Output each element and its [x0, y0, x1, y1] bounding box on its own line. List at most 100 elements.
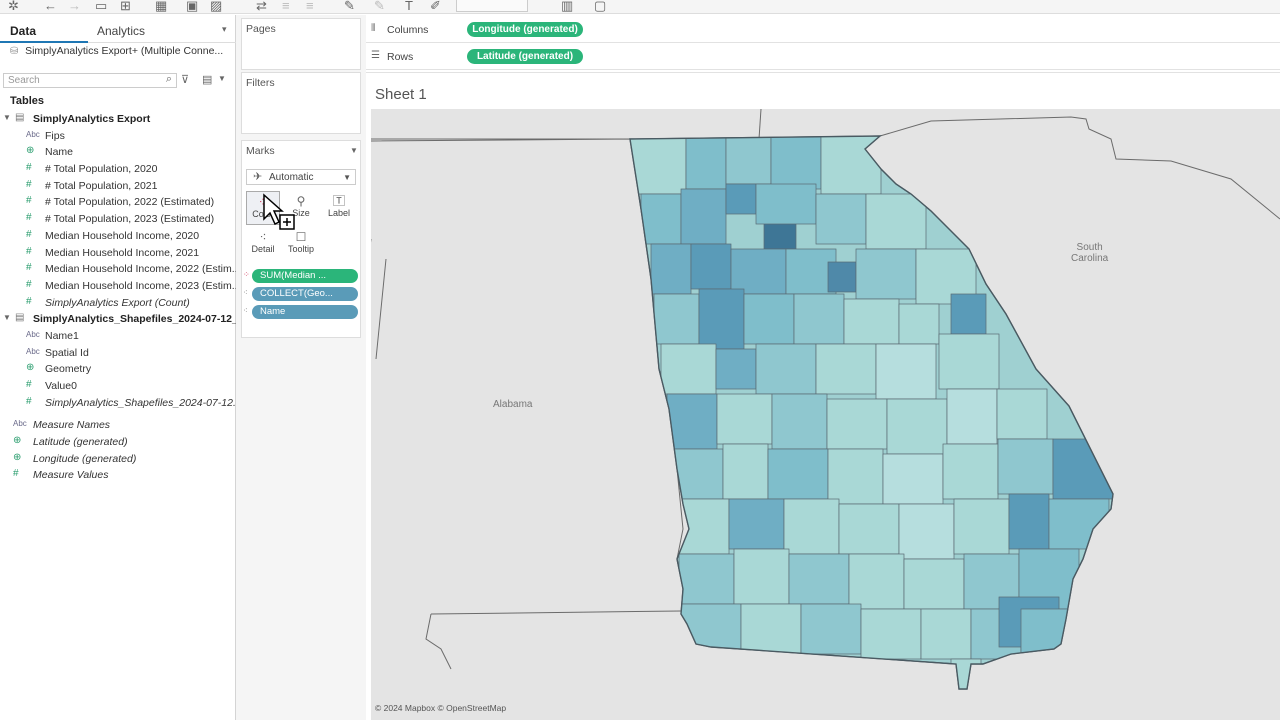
field-name: Name [45, 146, 74, 159]
field-item[interactable]: Abc Name1 [0, 328, 236, 345]
field-item[interactable]: # SimplyAnalytics_Shapefiles_2024-07-12..… [0, 395, 236, 412]
field-item[interactable]: # Median Household Income, 2023 (Estim... [0, 278, 236, 295]
sort-icon[interactable]: ≡ [282, 0, 290, 13]
view-options-icon[interactable]: ▤ [202, 73, 212, 86]
columns-icon: ⦀ [371, 23, 376, 34]
forward-icon[interactable]: → [68, 0, 81, 13]
measure-type-icon: # [26, 262, 32, 274]
color-encoding-icon: ⁘ [243, 270, 250, 279]
toolbar: ✲ ← → ▭ ⊞ ▦ ▣ ▨ ⇄ ≡ ≡ ✎ ✎ T ✐ ▥ ▢ [0, 0, 1280, 14]
field-item[interactable]: # # Total Population, 2020 [0, 161, 236, 178]
field-name: SimplyAnalytics_Shapefiles_2024-07-12... [45, 396, 236, 409]
filters-card[interactable]: Filters [241, 72, 361, 134]
chevron-down-icon[interactable]: ▼ [218, 74, 226, 83]
map-label-south-carolina: South Carolina [1071, 242, 1109, 264]
sheet-title[interactable]: Sheet 1 [375, 86, 427, 103]
field-item[interactable]: # # Total Population, 2022 (Estimated) [0, 194, 236, 211]
presentation-icon[interactable]: ▢ [594, 0, 606, 13]
swap-icon[interactable]: ⇄ [256, 0, 267, 13]
datasource-label: SimplyAnalytics Export+ (Multiple Conne.… [25, 45, 224, 57]
measure-type-icon: # [26, 162, 32, 174]
pages-card[interactable]: Pages [241, 18, 361, 70]
field-item[interactable]: # Measure Values [0, 467, 236, 484]
tableau-logo-icon[interactable]: ✲ [8, 0, 19, 13]
datasource-icon: ⛁ [10, 46, 19, 57]
label-button[interactable]: 🅃 Label [322, 191, 356, 225]
marks-title: Marks [246, 145, 275, 157]
filters-title: Filters [246, 77, 275, 89]
color-pill[interactable]: SUM(Median ... [252, 269, 358, 283]
new-datasource-icon[interactable]: ⊞ [120, 0, 131, 13]
sort-desc-icon[interactable]: ≡ [306, 0, 314, 13]
map-view[interactable]: South Carolina Alabama © 2024 Mapbox © O… [371, 109, 1280, 720]
field-item[interactable]: # SimplyAnalytics Export (Count) [0, 295, 236, 312]
label-label: Label [327, 208, 351, 218]
globe-icon: ⊕ [26, 362, 35, 374]
back-icon[interactable]: ← [44, 0, 57, 13]
field-item[interactable]: Abc Measure Names [0, 417, 236, 434]
datasource-header[interactable]: ▼ ▤ SimplyAnalytics_Shapefiles_2024-07-1… [0, 311, 236, 328]
latitude-pill[interactable]: Latitude (generated) [467, 49, 583, 64]
field-name: Fips [45, 129, 65, 142]
field-name: # Total Population, 2021 [45, 179, 158, 192]
search-input[interactable]: Search ⌕ [3, 73, 177, 88]
columns-shelf[interactable]: ⦀ Columns Longitude (generated) [366, 17, 1280, 43]
map-canvas[interactable] [371, 109, 1280, 720]
datasource-selector[interactable]: ⛁ SimplyAnalytics Export+ (Multiple Conn… [10, 45, 230, 61]
field-item[interactable]: # # Total Population, 2021 [0, 178, 236, 195]
search-icon[interactable]: ⌕ [166, 73, 172, 86]
rows-label: Rows [387, 51, 414, 63]
field-item[interactable]: Abc Spatial Id [0, 345, 236, 362]
datasource-header[interactable]: ▼ ▤ SimplyAnalytics Export [0, 111, 236, 128]
detail-encoding-icon: ⁖ [243, 288, 248, 297]
duplicate-icon[interactable]: ▣ [186, 0, 198, 13]
measure-type-icon: # [26, 379, 32, 390]
pane-menu-icon[interactable]: ▾ [222, 24, 227, 35]
field-item[interactable]: # # Total Population, 2023 (Estimated) [0, 211, 236, 228]
field-item[interactable]: # Median Household Income, 2022 (Estim... [0, 261, 236, 278]
rows-shelf[interactable]: ☰ Rows Latitude (generated) [366, 44, 1280, 70]
clear-icon[interactable]: ▨ [210, 0, 222, 13]
table-icon: ▤ [15, 312, 25, 324]
longitude-pill[interactable]: Longitude (generated) [467, 22, 583, 37]
field-item[interactable]: # Value0 [0, 378, 236, 395]
field-name: Measure Names [33, 419, 111, 432]
field-name: Median Household Income, 2023 (Estim... [45, 279, 236, 292]
name-pill[interactable]: Name [252, 305, 358, 319]
geometry-pill[interactable]: COLLECT(Geo... [252, 287, 358, 301]
fit-dropdown[interactable] [456, 0, 528, 12]
field-item[interactable]: ⊕ Longitude (generated) [0, 451, 236, 468]
map-icon: ✈ [253, 171, 263, 183]
field-item[interactable]: ⊕ Geometry [0, 361, 236, 378]
measure-fields: Abc Measure Names ⊕ Latitude (generated) ⊕ Lo… [0, 417, 236, 484]
save-icon[interactable]: ▭ [95, 0, 107, 13]
filter-icon[interactable]: ⊽ [181, 73, 189, 86]
map-attribution[interactable]: © 2024 Mapbox © OpenStreetMap [375, 703, 506, 713]
collapse-icon[interactable]: ▼ [3, 313, 11, 322]
field-item[interactable]: # Median Household Income, 2021 [0, 245, 236, 262]
highlight-icon[interactable]: ✎ [344, 0, 355, 13]
field-item[interactable]: # Median Household Income, 2020 [0, 228, 236, 245]
field-item[interactable]: ⊕ Latitude (generated) [0, 434, 236, 451]
field-item[interactable]: ⊕ Name [0, 144, 236, 161]
new-sheet-icon[interactable]: ▦ [155, 0, 167, 13]
collapse-icon[interactable]: ▼ [3, 113, 11, 122]
datasource-fields: Abc Fips ⊕ Name # # Total Population, 2020 # # … [0, 128, 236, 312]
string-type-icon: Abc [26, 329, 40, 339]
search-placeholder: Search [8, 75, 40, 86]
tableau-workspace: ✲ ← → ▭ ⊞ ▦ ▣ ▨ ⇄ ≡ ≡ ✎ ✎ T ✐ ▥ ▢ Data A… [0, 0, 1280, 720]
mark-type-select[interactable]: ✈ Automatic ▼ [246, 169, 356, 185]
label-icon[interactable]: T [405, 0, 413, 13]
tooltip-label: Tooltip [287, 244, 314, 254]
field-item[interactable]: Abc Fips [0, 128, 236, 145]
tab-analytics[interactable]: Analytics [97, 24, 145, 38]
field-name: Geometry [45, 363, 92, 376]
pin-icon[interactable]: ✐ [430, 0, 441, 13]
field-name: # Total Population, 2023 (Estimated) [45, 213, 215, 226]
tab-data[interactable]: Data [10, 24, 36, 38]
format-icon[interactable]: ✎ [374, 0, 385, 13]
chevron-down-icon[interactable]: ▼ [350, 146, 358, 155]
map-label-alabama: Alabama [493, 399, 533, 410]
drag-cursor-icon [263, 193, 295, 230]
show-me-icon[interactable]: ▥ [561, 0, 573, 13]
